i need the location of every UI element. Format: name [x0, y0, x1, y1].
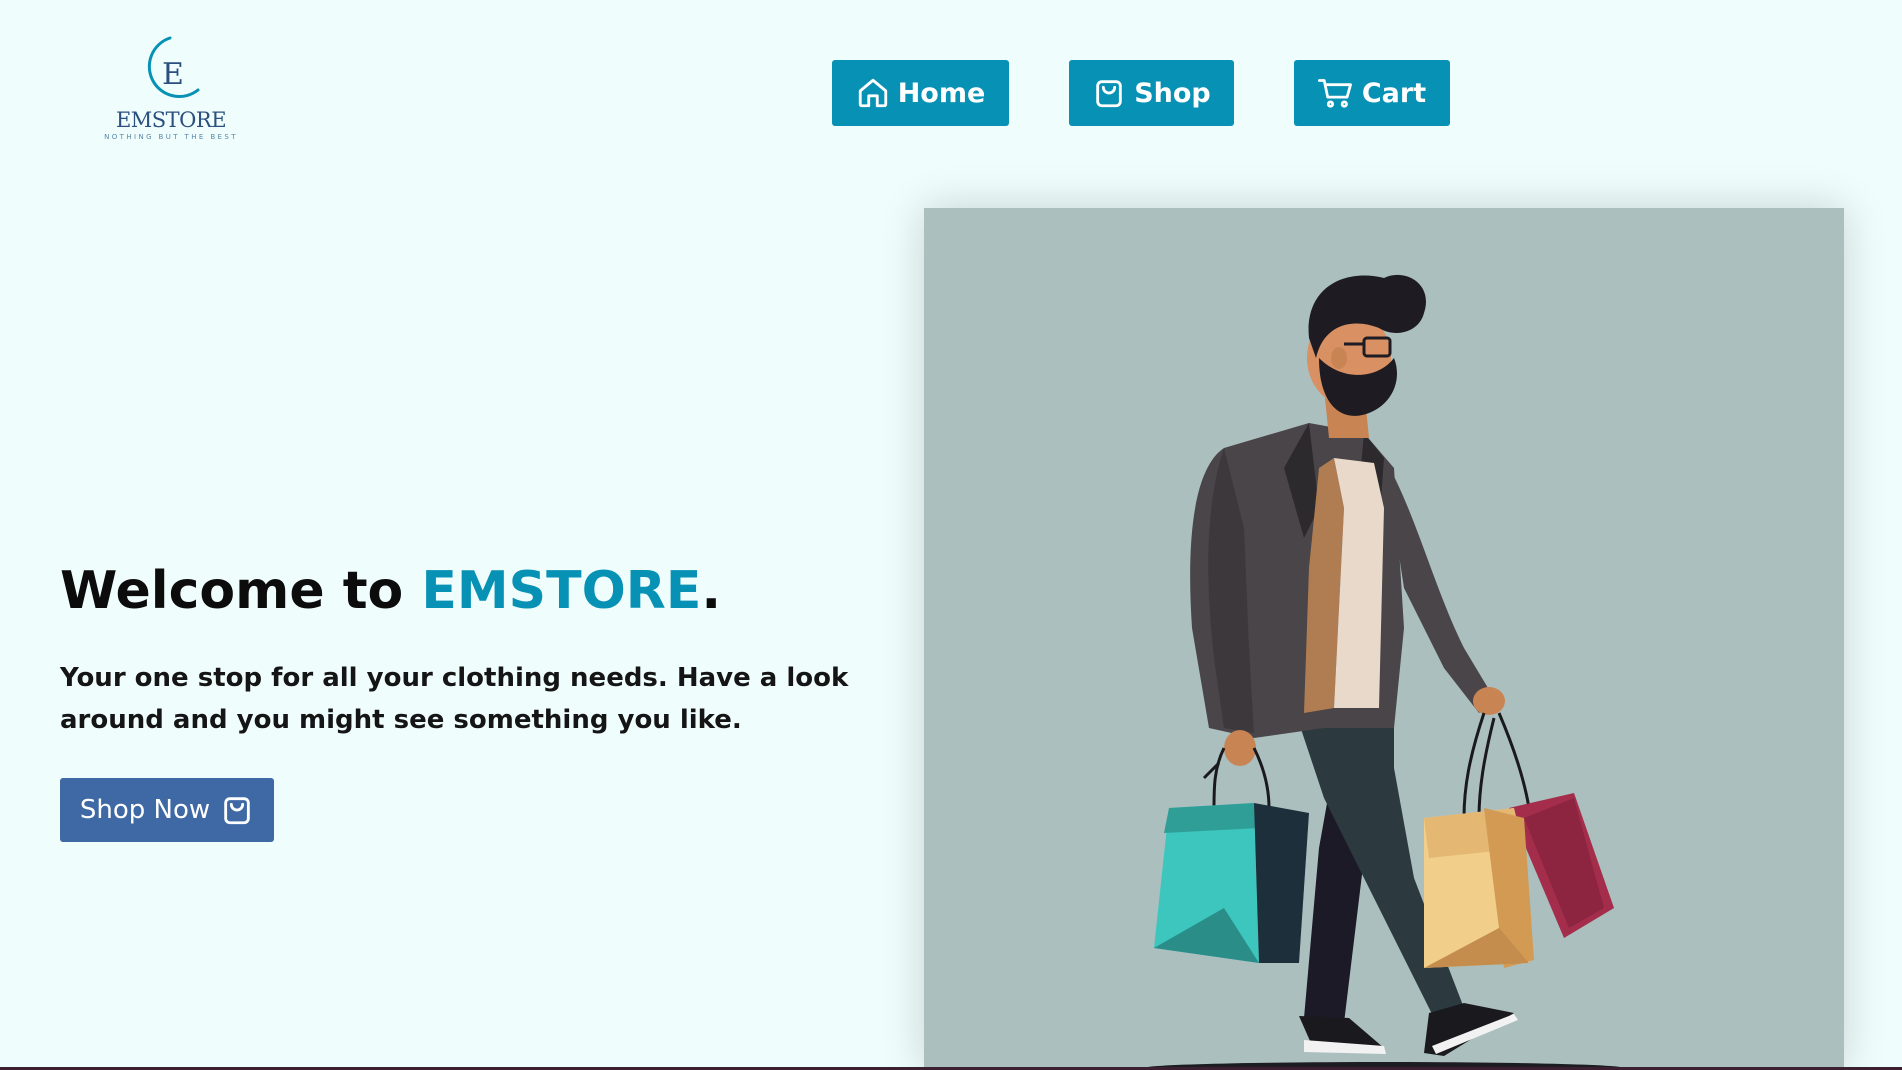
logo-mark-icon: E [147, 36, 200, 98]
nav-cart-button[interactable]: Cart [1294, 60, 1450, 126]
shopper-illustration [1144, 274, 1624, 1070]
hero-subtitle: Your one stop for all your clothing need… [60, 663, 849, 735]
nav-shop-button[interactable]: Shop [1069, 60, 1234, 126]
home-icon [856, 76, 890, 110]
store-logo[interactable]: E EMSTORE NOTHING BUT THE BEST [100, 34, 242, 150]
nav-shop-label: Shop [1134, 77, 1211, 109]
shopping-bag-icon [1092, 76, 1126, 110]
nav-home-label: Home [897, 77, 986, 109]
title-suffix: . [701, 561, 722, 621]
shop-now-button[interactable]: Shop Now [60, 778, 274, 842]
svg-text:E: E [162, 57, 184, 92]
nav-cart-label: Cart [1361, 77, 1427, 109]
title-brand: EMSTORE [421, 561, 702, 621]
nav-home-button[interactable]: Home [832, 60, 1009, 126]
logo-tagline: NOTHING BUT THE BEST [104, 133, 238, 141]
title-prefix: Welcome to [60, 561, 422, 621]
shopping-bag-icon [220, 792, 254, 828]
logo-name: EMSTORE [115, 108, 227, 132]
cart-icon [1317, 76, 1354, 110]
page-title: Welcome to EMSTORE. [60, 556, 721, 626]
page: E EMSTORE NOTHING BUT THE BEST Home Shop [0, 0, 1902, 1070]
hero-illustration [924, 208, 1844, 1070]
shop-now-label: Shop Now [79, 795, 211, 825]
